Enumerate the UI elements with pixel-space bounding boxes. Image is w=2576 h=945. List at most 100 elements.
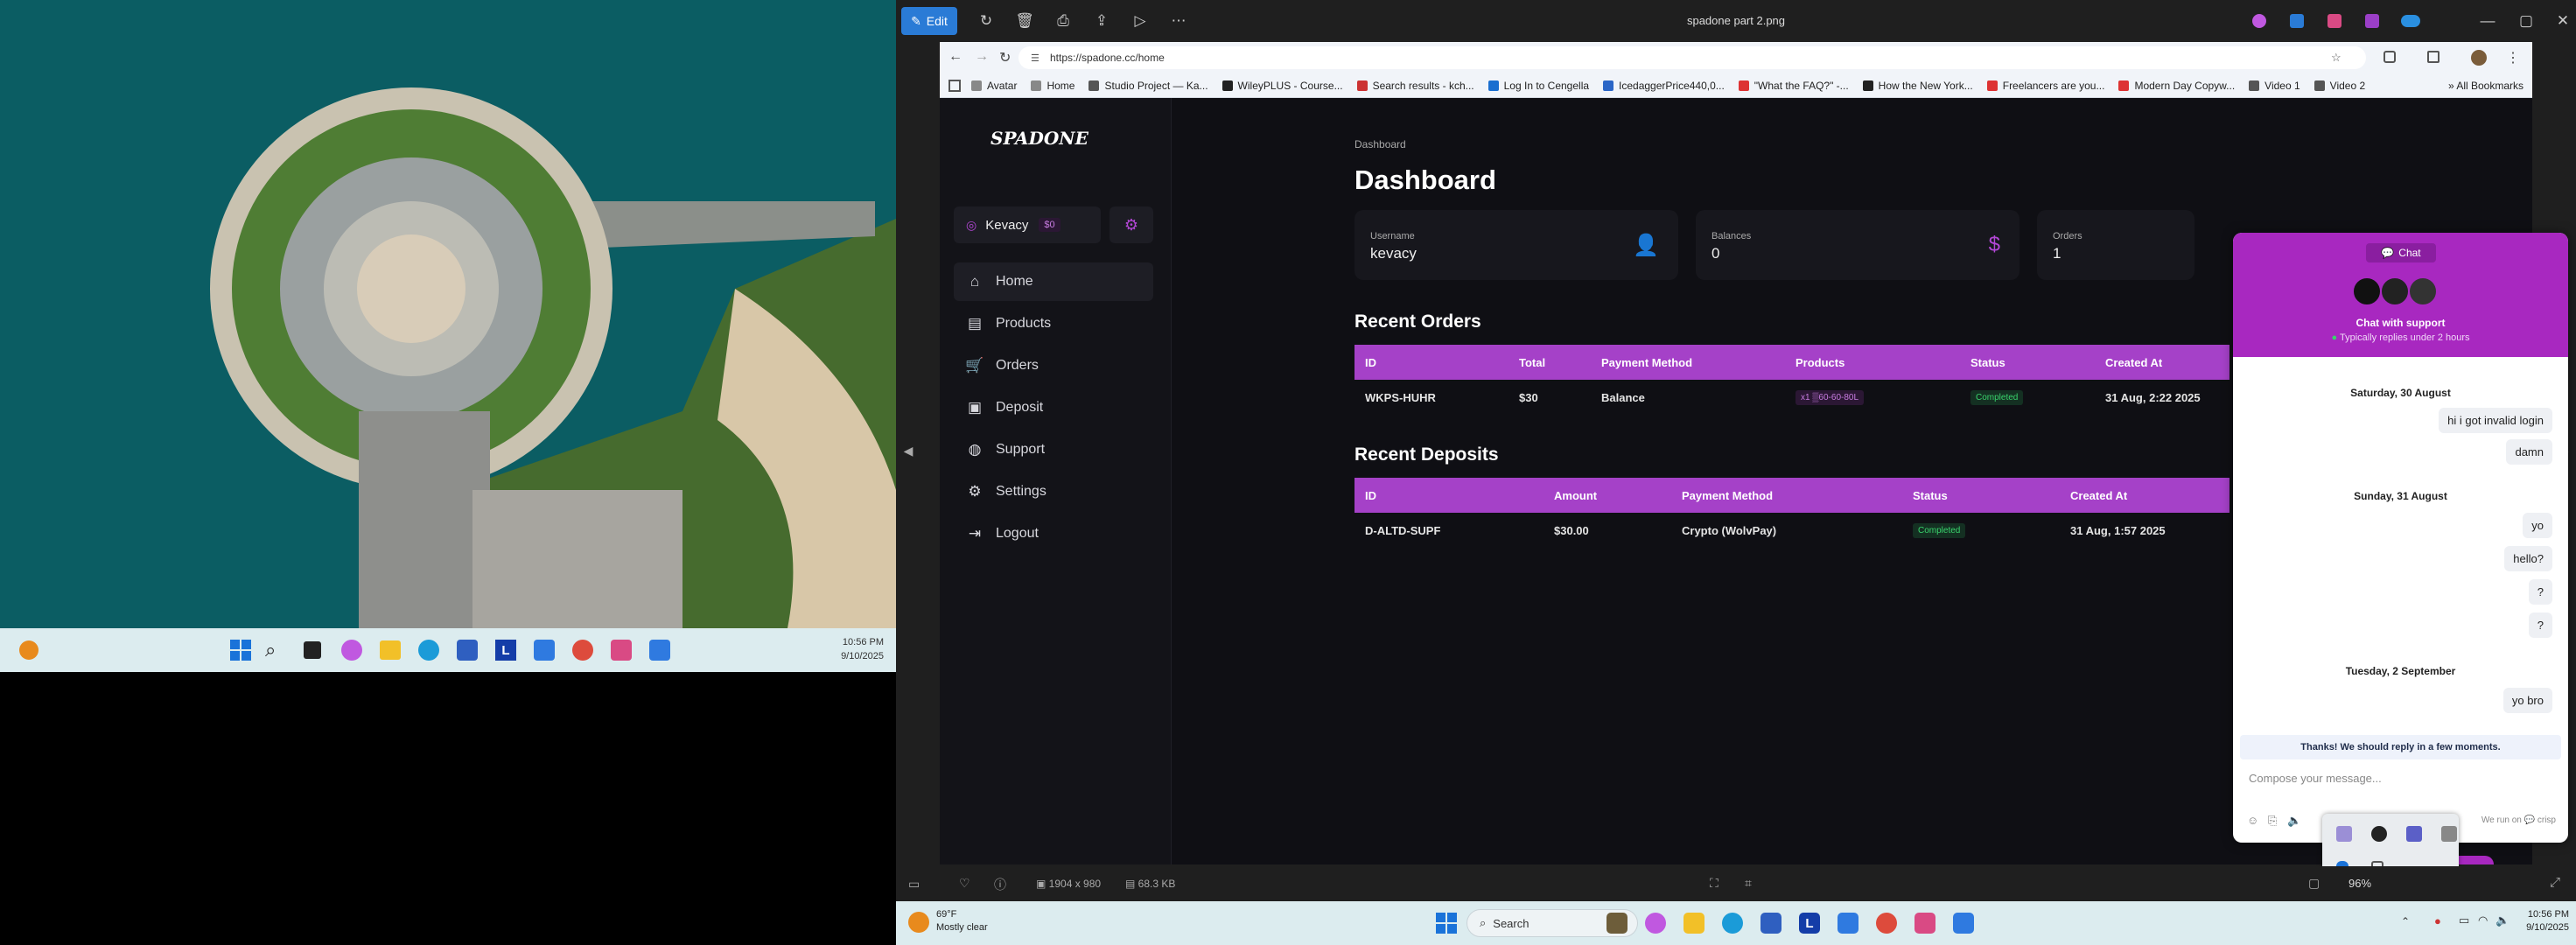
bookmark-overflow[interactable]: » All Bookmarks bbox=[2448, 80, 2524, 92]
file-explorer-icon[interactable] bbox=[380, 640, 401, 660]
bookmark[interactable]: Search results - kch... bbox=[1356, 80, 1474, 92]
designer-icon[interactable] bbox=[2290, 14, 2304, 28]
filmstrip-icon[interactable]: ▭ bbox=[908, 877, 920, 892]
favorite-icon[interactable]: ♡ bbox=[959, 876, 970, 891]
menu-icon[interactable]: ⋮ bbox=[2506, 49, 2520, 66]
forward-icon[interactable]: → bbox=[975, 49, 989, 65]
zoom-level[interactable]: 96% bbox=[2348, 877, 2371, 890]
tray-app-icon[interactable] bbox=[2406, 826, 2422, 842]
app-pen-icon[interactable] bbox=[534, 640, 555, 661]
maximize-icon[interactable]: ▢ bbox=[2510, 7, 2543, 35]
file-explorer-icon[interactable] bbox=[1684, 913, 1704, 934]
widget-icon[interactable] bbox=[1606, 913, 1628, 934]
app-l-icon[interactable]: L bbox=[495, 640, 516, 661]
chat-message-input[interactable]: Compose your message... bbox=[2249, 772, 2382, 785]
nav-support[interactable]: ◍ Support bbox=[954, 430, 1153, 469]
clipchamp-icon[interactable] bbox=[2365, 14, 2379, 28]
weather-widget[interactable]: 69°F Mostly clear bbox=[936, 908, 988, 934]
tray-app-icon[interactable] bbox=[2336, 826, 2352, 842]
bookmark[interactable]: "What the FAQ?" -... bbox=[1738, 80, 1849, 92]
bookmark[interactable]: Avatar bbox=[971, 80, 1017, 92]
profile-avatar[interactable] bbox=[2471, 50, 2487, 66]
edge-icon[interactable] bbox=[1722, 913, 1743, 934]
nav-orders[interactable]: 🛒 Orders bbox=[954, 346, 1153, 385]
bookmark[interactable]: WileyPLUS - Course... bbox=[1222, 80, 1343, 92]
fullscreen-icon[interactable]: ⤢ bbox=[2550, 875, 2560, 890]
volume-icon[interactable]: 🔈 bbox=[2496, 914, 2510, 928]
bookmark[interactable]: Studio Project — Ka... bbox=[1088, 80, 1208, 92]
app-l-icon[interactable]: L bbox=[1799, 913, 1820, 934]
copilot-icon[interactable] bbox=[2252, 14, 2266, 28]
app-pen-icon[interactable] bbox=[1838, 913, 1858, 934]
reload-icon[interactable]: ↻ bbox=[999, 49, 1011, 66]
scan-icon[interactable]: ⌗ bbox=[1745, 876, 1752, 891]
attach-icon[interactable]: ⎘ bbox=[2268, 814, 2277, 828]
bookmark-star-icon[interactable]: ☆ bbox=[2331, 51, 2342, 65]
info-icon[interactable]: ⓘ bbox=[994, 876, 1006, 893]
chrome-icon[interactable] bbox=[1876, 913, 1897, 934]
tray-chevron-icon[interactable]: ⌃ bbox=[2401, 915, 2410, 928]
start-icon[interactable] bbox=[230, 640, 251, 661]
photos-icon[interactable] bbox=[649, 640, 670, 661]
minimize-icon[interactable]: — bbox=[2471, 7, 2504, 35]
task-view-icon[interactable] bbox=[304, 641, 321, 659]
chat-tab[interactable]: 💬 Chat bbox=[2366, 243, 2436, 262]
audio-icon[interactable]: 🔈 bbox=[2287, 814, 2301, 828]
close-icon[interactable]: ✕ bbox=[2546, 7, 2576, 35]
bookmark-label: IcedaggerPrice440,0... bbox=[1619, 79, 1725, 92]
user-chip[interactable]: ◎ Kevacy $0 bbox=[954, 206, 1101, 243]
copilot-icon[interactable] bbox=[341, 640, 362, 661]
sidepanel-icon[interactable] bbox=[2427, 51, 2440, 63]
nav-deposit[interactable]: ▣ Deposit bbox=[954, 388, 1153, 427]
bookmark[interactable]: Freelancers are you... bbox=[1986, 80, 2104, 92]
copilot-icon[interactable] bbox=[1645, 913, 1666, 934]
bookmark[interactable]: Video 1 bbox=[2249, 80, 2300, 92]
nav-home[interactable]: ⌂ Home bbox=[954, 262, 1153, 301]
bookmark[interactable]: IcedaggerPrice440,0... bbox=[1603, 80, 1725, 92]
wifi-icon[interactable]: ◠ bbox=[2478, 914, 2488, 928]
clock[interactable]: 10:56 PM 9/10/2025 bbox=[2516, 908, 2569, 934]
settings-gear-icon[interactable]: ⚙ bbox=[1110, 206, 1153, 243]
chrome-icon[interactable] bbox=[572, 640, 593, 661]
breadcrumb[interactable]: Dashboard bbox=[1354, 138, 1406, 150]
tray-app-icon[interactable]: ● bbox=[2434, 914, 2441, 928]
tray-app-icon[interactable] bbox=[2441, 826, 2457, 842]
site-info-icon[interactable]: ☰ bbox=[1031, 52, 1040, 64]
bookmark[interactable]: Home bbox=[1031, 80, 1074, 92]
nav-products[interactable]: ▤ Products bbox=[954, 304, 1153, 343]
emoji-icon[interactable]: ☺ bbox=[2247, 814, 2258, 827]
bookmark[interactable]: Log In to Cengella bbox=[1488, 80, 1589, 92]
nav-settings[interactable]: ⚙ Settings bbox=[954, 472, 1153, 511]
bookmark[interactable]: How the New York... bbox=[1862, 80, 1973, 92]
paint-icon[interactable] bbox=[2328, 14, 2342, 28]
edge-icon[interactable] bbox=[418, 640, 439, 661]
back-icon[interactable]: ← bbox=[948, 49, 962, 65]
extensions-icon[interactable] bbox=[2384, 51, 2396, 63]
fit-icon[interactable]: ⛶ bbox=[1710, 876, 1718, 891]
start-icon[interactable] bbox=[1436, 913, 1457, 934]
nav-logout[interactable]: ⇥ Logout bbox=[954, 514, 1153, 553]
previous-image-icon[interactable]: ◀ bbox=[901, 438, 915, 464]
apps-icon[interactable] bbox=[948, 79, 961, 92]
chat-footer-text: We run on bbox=[2481, 816, 2522, 825]
actual-size-icon[interactable]: ▢ bbox=[2308, 876, 2320, 891]
address-bar[interactable]: ☰ https://spadone.cc/home ☆ bbox=[1018, 46, 2366, 69]
bookmark[interactable]: Video 2 bbox=[2314, 80, 2365, 92]
left-clock[interactable]: 10:56 PM 9/10/2025 bbox=[805, 635, 884, 663]
weather-icon[interactable] bbox=[908, 912, 929, 933]
table-row[interactable]: WKPS-HUHR $30 Balance x1 ▒60-60-80L Comp… bbox=[1354, 380, 2230, 415]
weather-icon[interactable] bbox=[19, 640, 38, 660]
search-icon[interactable]: ⌕ bbox=[265, 639, 276, 662]
photos-icon[interactable] bbox=[1953, 913, 1974, 934]
site-logo[interactable]: SPADONE bbox=[990, 128, 1088, 149]
card-label: Orders bbox=[2053, 231, 2082, 242]
snipping-icon[interactable] bbox=[1914, 913, 1936, 934]
store-icon[interactable] bbox=[457, 640, 478, 661]
tray-app-icon[interactable] bbox=[2371, 826, 2387, 842]
table-row[interactable]: D-ALTD-SUPF $30.00 Crypto (WolvPay) Comp… bbox=[1354, 513, 2230, 548]
onedrive-icon[interactable] bbox=[2401, 15, 2420, 27]
snipping-icon[interactable] bbox=[611, 640, 632, 661]
bookmark[interactable]: Modern Day Copyw... bbox=[2118, 80, 2235, 92]
monitor-icon[interactable]: ▭ bbox=[2459, 914, 2469, 928]
store-icon[interactable] bbox=[1760, 913, 1782, 934]
